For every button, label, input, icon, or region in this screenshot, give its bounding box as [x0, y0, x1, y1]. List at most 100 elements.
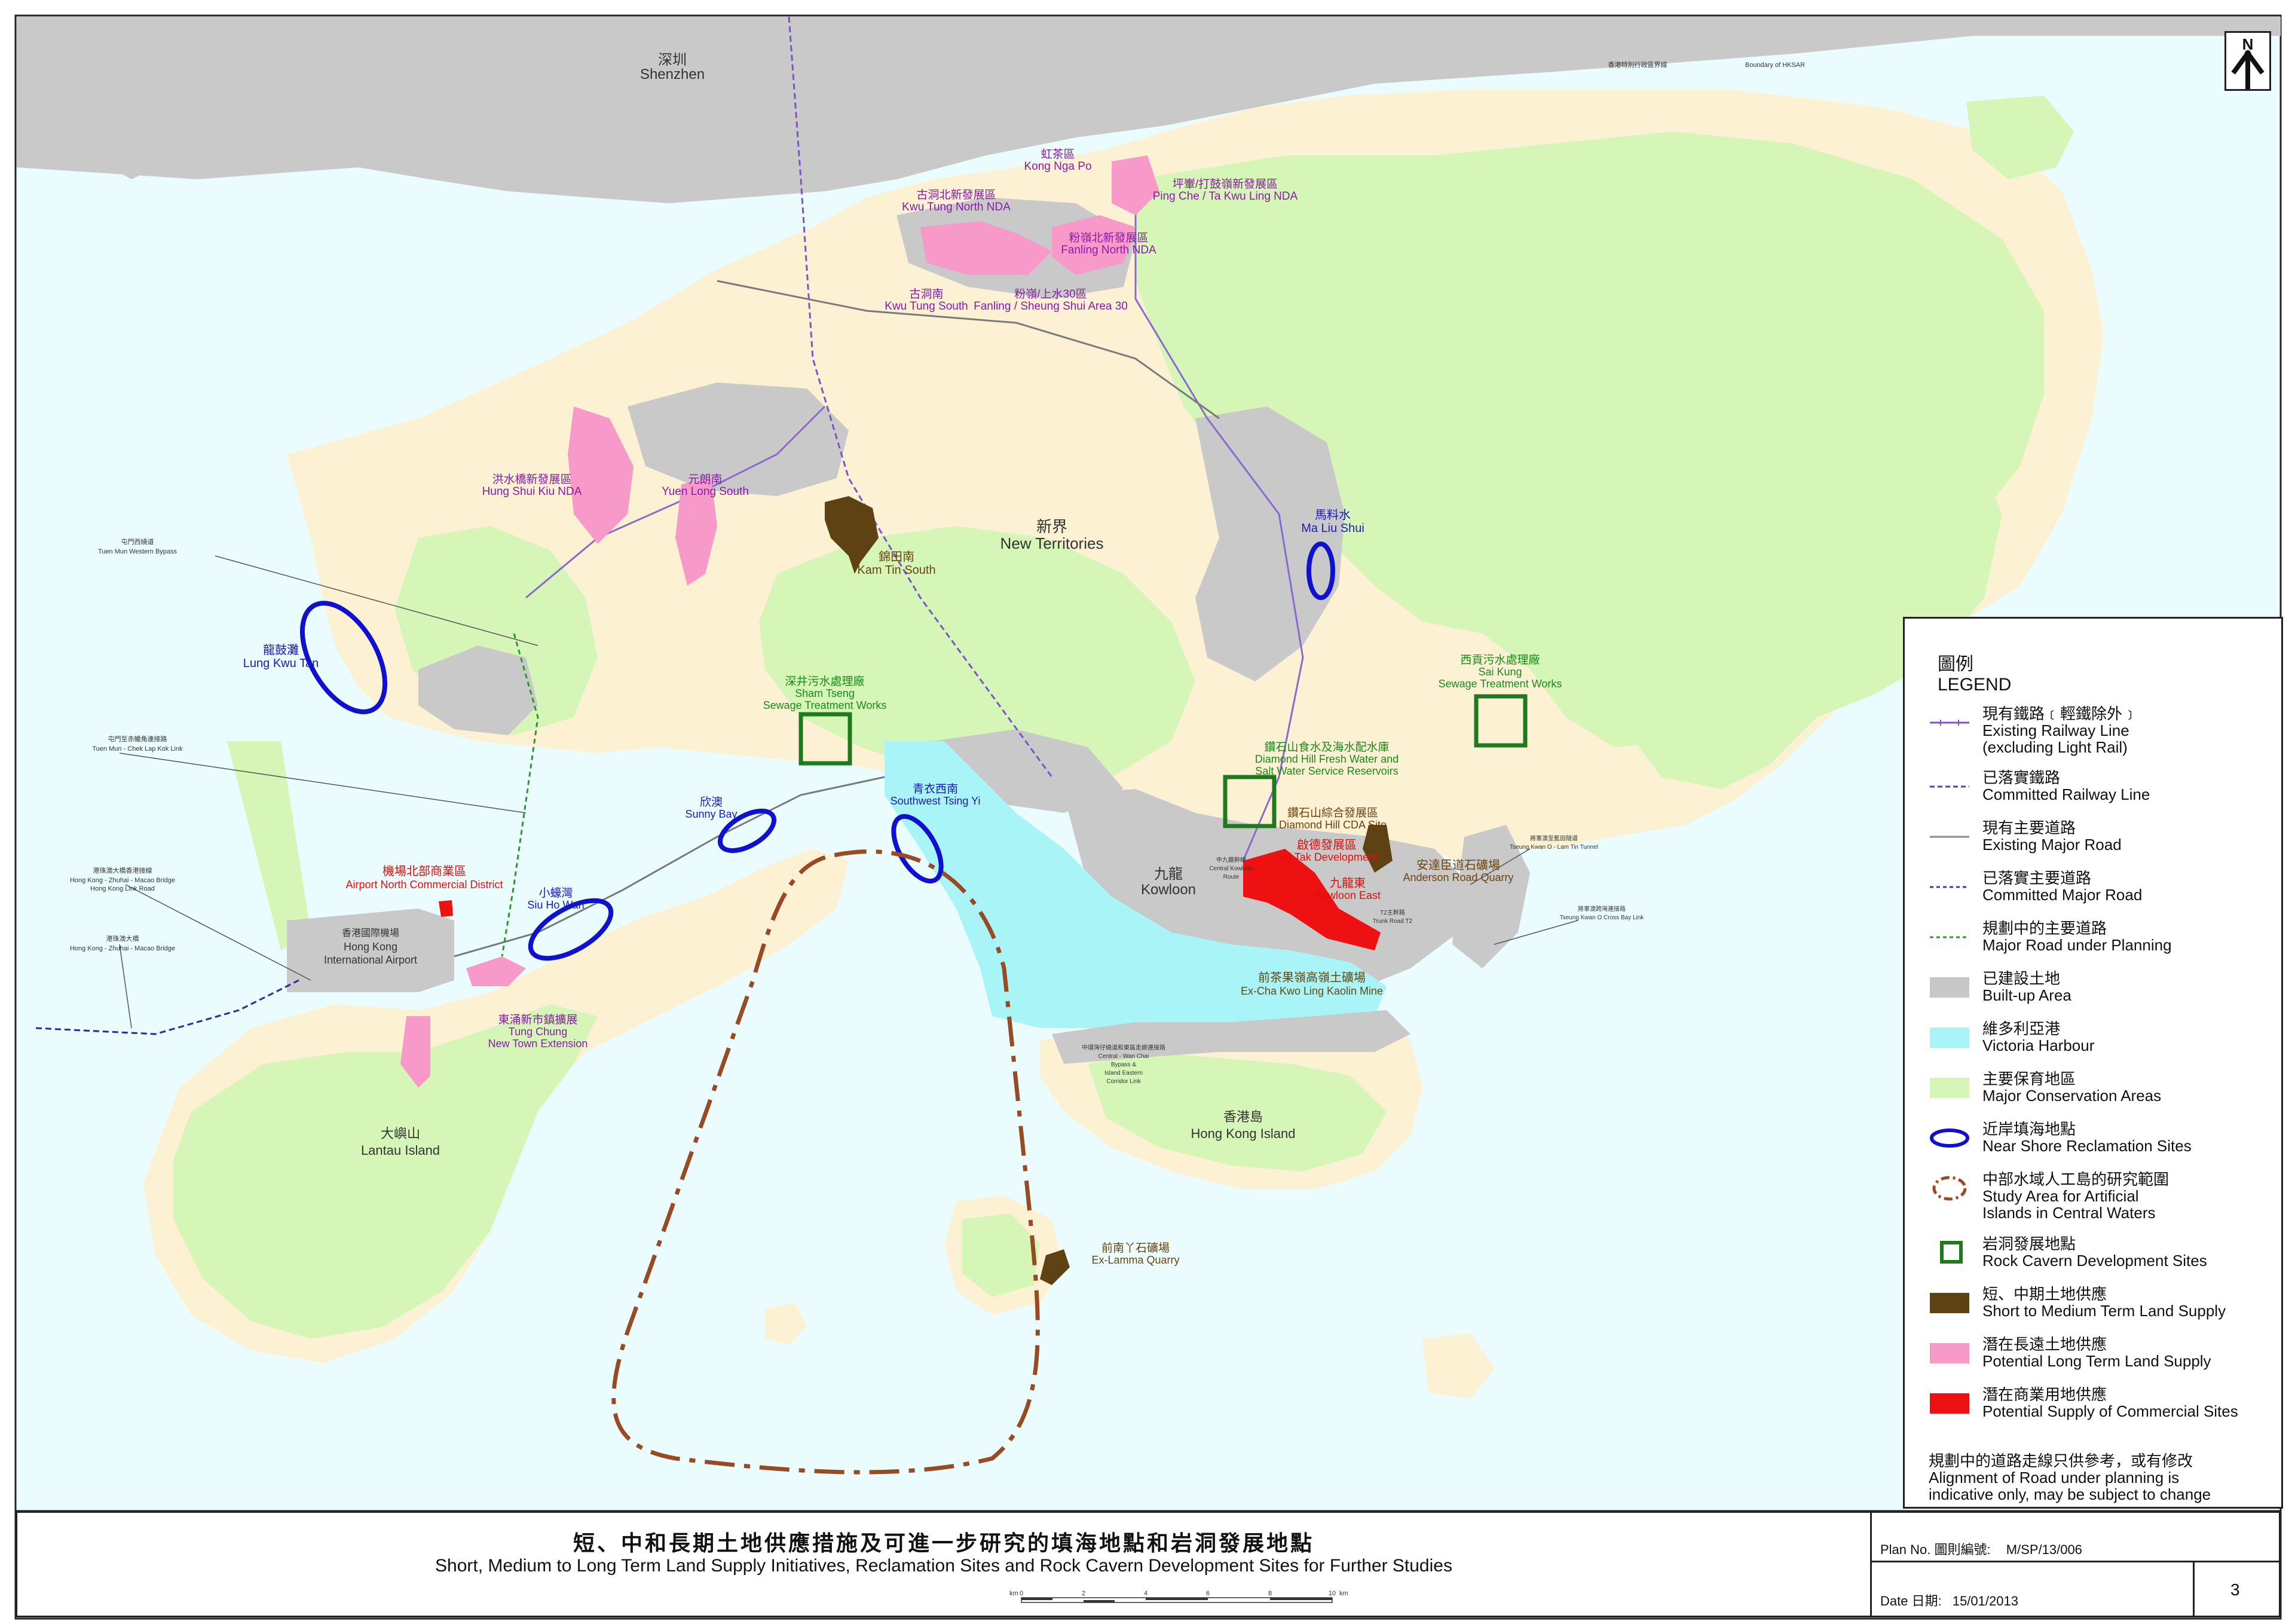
label-sw-tsing-yi-cn: 青衣西南	[913, 782, 958, 796]
label-cwbl-en1: Central - Wan Chai	[1098, 1053, 1149, 1060]
legend-text: 已落實主要道路 Committed Major Road	[1982, 870, 2142, 903]
label-nt-en: New Territories	[1000, 534, 1104, 552]
label-airport-north-cn: 機場北部商業區	[382, 864, 466, 878]
legend-item-short-medium: 短、中期土地供應 Short to Medium Term Land Suppl…	[1929, 1286, 2275, 1331]
sheet-number: 3	[2230, 1580, 2240, 1599]
scale-tick: 6	[1206, 1590, 1210, 1597]
legend-cn: 規劃中的主要道路	[1982, 919, 2107, 937]
label-hki-en: Hong Kong Island	[1191, 1126, 1296, 1141]
label-airport-en1: Hong Kong	[344, 941, 397, 953]
rock-cavern-square-icon	[1940, 1241, 1963, 1264]
north-arrow: N	[2224, 31, 2271, 91]
label-airport-north-en: Airport North Commercial District	[345, 879, 503, 891]
scale-bar: km km 0 2 4 6 8 10	[1009, 1590, 1348, 1603]
legend-panel: 圖例 LEGEND 現有鐵路﹝輕鐵除外﹞ Existing Railway Li…	[1903, 617, 2283, 1509]
legend-text: 現有鐵路﹝輕鐵除外﹞ Existing Railway Line (exclud…	[1982, 705, 2138, 756]
legend-en: Potential Supply of Commercial Sites	[1982, 1402, 2238, 1420]
label-lung-kwu-tan-cn: 龍鼓灘	[263, 643, 299, 657]
label-sai-kung-cn: 西貢污水處理廠	[1460, 653, 1540, 666]
label-t2-en: Trunk Road T2	[1373, 918, 1413, 925]
legend-cn: 維多利亞港	[1982, 1020, 2061, 1038]
label-sham-tseng-cn: 深井污水處理廠	[785, 674, 864, 688]
legend-en: Near Shore Reclamation Sites	[1982, 1137, 2192, 1155]
legend-item-committed-road: 已落實主要道路 Committed Major Road	[1929, 870, 2275, 915]
legend-item-long-term: 潛在長遠土地供應 Potential Long Term Land Supply	[1929, 1336, 2275, 1381]
label-kong-nga-po-en: Kong Nga Po	[1024, 160, 1091, 173]
scale-unit-left: km	[1009, 1590, 1018, 1597]
label-kwu-tung-south-cn: 古洞南	[909, 288, 943, 301]
label-cwbl-cn: 中環灣仔繞道和東區走廊連接路	[1082, 1044, 1165, 1051]
legend-en: Committed Major Road	[1982, 886, 2143, 904]
legend-text: 規劃中的主要道路 Major Road under Planning	[1982, 920, 2172, 953]
plan-no-row: Plan No. 圖則編號: M/SP/13/006	[1880, 1539, 2082, 1558]
title-english: Short, Medium to Long Term Land Supply I…	[435, 1556, 1452, 1576]
legend-item-planned-road: 規劃中的主要道路 Major Road under Planning	[1929, 920, 2275, 965]
scale-tick: 8	[1268, 1590, 1272, 1597]
label-fanling-north-en: Fanling North NDA	[1061, 244, 1156, 256]
label-hzmb-link-en1: Hong Kong - Zhuhai - Macao Bridge	[70, 877, 175, 884]
legend-cn: 中部水域人工島的研究範圍	[1982, 1170, 2169, 1188]
label-tko-lt-cn: 將軍澳至藍田隧道	[1530, 834, 1578, 842]
legend-text: 已建設土地 Built-up Area	[1982, 970, 2071, 1004]
label-lamma-cn: 前南丫石礦場	[1101, 1241, 1170, 1255]
label-airport-cn: 香港國際機場	[342, 928, 399, 938]
railway-committed-icon	[1930, 785, 1969, 788]
long-term-swatch-icon	[1930, 1343, 1969, 1363]
reclamation-ellipse-icon	[1930, 1128, 1969, 1148]
label-sunny-bay-en: Sunny Bay	[685, 808, 737, 820]
label-lantau-en: Lantau Island	[361, 1143, 440, 1158]
label-dh-cda-en: Diamond Hill CDA Site	[1279, 819, 1387, 831]
legend-en: Committed Railway Line	[1982, 785, 2150, 803]
label-ckl-cn: 前茶果嶺高嶺土礦場	[1258, 971, 1366, 984]
date-row: Date 日期: 15/01/2013	[1880, 1591, 2018, 1610]
legend-text: 維多利亞港 Victoria Harbour	[1982, 1020, 2094, 1054]
legend-item-commercial: 潛在商業用地供應 Potential Supply of Commercial …	[1929, 1386, 2275, 1432]
label-kwu-tung-north-cn: 古洞北新發展區	[916, 188, 996, 201]
legend-en: Victoria Harbour	[1982, 1036, 2095, 1054]
label-kai-tak-en: Kai Tak Development	[1276, 851, 1378, 863]
legend-item-rock-cavern: 岩洞發展地點 Rock Cavern Development Sites	[1929, 1235, 2275, 1281]
label-hsk-cn: 洪水橋新發展區	[492, 473, 571, 486]
label-siu-ho-wan-cn: 小蠔灣	[538, 886, 573, 900]
label-kowloon-cn: 九龍	[1154, 866, 1183, 882]
legend-text: 主要保育地區 Major Conservation Areas	[1982, 1071, 2161, 1104]
legend-title-en: LEGEND	[1938, 675, 2012, 695]
railway-existing-icon	[1930, 720, 1969, 726]
label-nt-cn: 新界	[1036, 518, 1067, 536]
label-airport-en2: International Airport	[324, 954, 417, 966]
short-medium-swatch-icon	[1930, 1293, 1969, 1313]
harbour-swatch-icon	[1930, 1027, 1969, 1048]
label-yls-en: Yuen Long South	[662, 485, 749, 498]
label-lamma-en: Ex-Lamma Quarry	[1091, 1254, 1179, 1266]
label-fanling-ss-cn: 粉嶺/上水30區	[1014, 288, 1087, 301]
label-tko-cb-cn: 將軍澳跨灣連接路	[1578, 905, 1626, 913]
date-value: 15/01/2013	[1952, 1594, 2018, 1608]
legend-item-existing-road: 現有主要道路 Existing Major Road	[1929, 819, 2275, 865]
legend-en: Potential Long Term Land Supply	[1982, 1352, 2211, 1370]
legend-text: 現有主要道路 Existing Major Road	[1982, 819, 2122, 853]
legend-title: 圖例 LEGEND	[1938, 655, 2011, 695]
legend-cn: 現有主要道路	[1982, 819, 2076, 837]
legend-title-cn: 圖例	[1938, 655, 1973, 674]
plan-info-box: Plan No. 圖則編號: M/SP/13/006 Date 日期: 15/0…	[1870, 1513, 2230, 1616]
scale-unit-right: km	[1339, 1590, 1348, 1597]
legend-en-2: Islands in Central Waters	[1982, 1204, 2156, 1222]
label-sham-tseng-en1: Sham Tseng	[795, 687, 855, 699]
legend-item-committed-railway: 已落實鐵路 Committed Railway Line	[1929, 769, 2275, 815]
commercial-swatch-icon	[1930, 1393, 1969, 1414]
legend-text: 潛在長遠土地供應 Potential Long Term Land Supply	[1982, 1336, 2211, 1369]
label-lantau-cn: 大嶼山	[381, 1126, 420, 1141]
site-airport-north	[439, 900, 453, 917]
legend-text: 近岸填海地點 Near Shore Reclamation Sites	[1982, 1121, 2192, 1154]
plan-no-value: M/SP/13/006	[2006, 1542, 2082, 1557]
label-tko-lt-en: Tseung Kwan O - Lam Tin Tunnel	[1510, 844, 1598, 851]
label-kong-nga-po-cn: 虹茶區	[1041, 148, 1075, 161]
legend-en: Existing Railway Line	[1982, 721, 2129, 739]
label-fanling-north-cn: 粉嶺北新發展區	[1069, 231, 1148, 244]
legend-note: 規劃中的道路走線只供參考，或有修改 Alignment of Road unde…	[1929, 1452, 2275, 1503]
label-shenzhen-cn: 深圳	[658, 52, 687, 68]
legend-en: Study Area for Artificial	[1982, 1187, 2139, 1205]
label-sai-kung-en2: Sewage Treatment Works	[1439, 678, 1562, 690]
plan-no-label: Plan No. 圖則編號:	[1880, 1542, 1991, 1557]
sheet-number-box: 3	[2193, 1561, 2281, 1617]
